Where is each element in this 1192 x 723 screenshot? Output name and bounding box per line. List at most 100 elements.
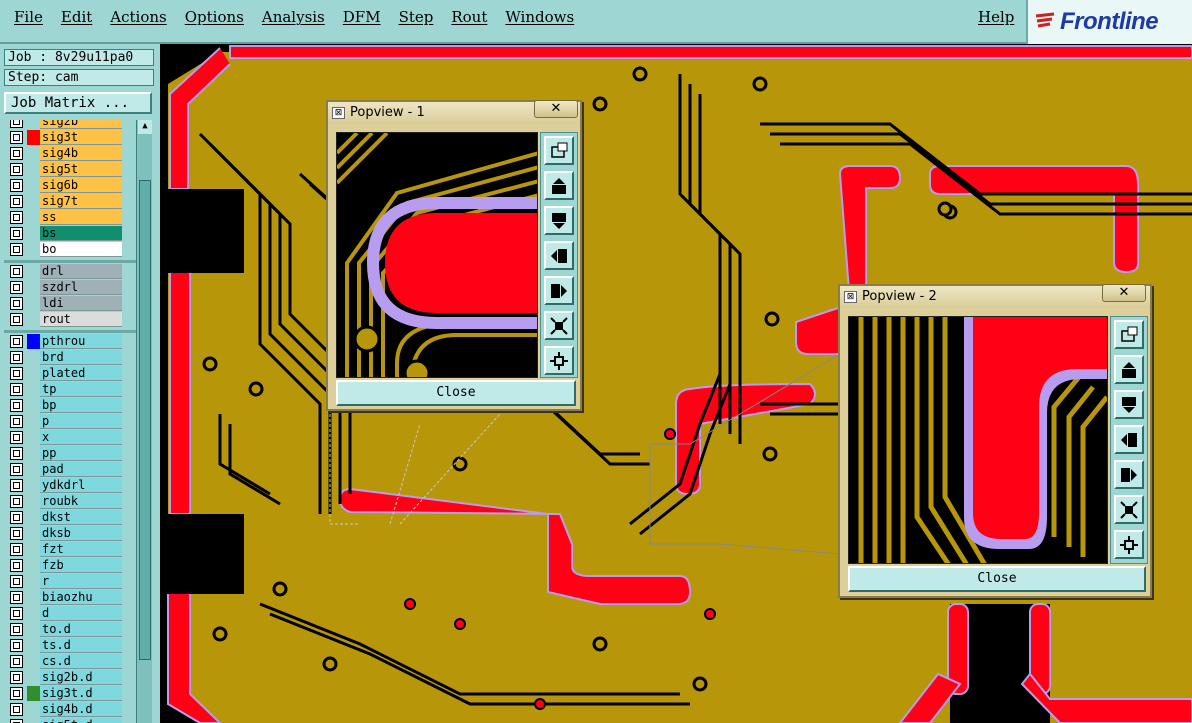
layer-row[interactable]: sig2b [4,120,136,129]
pan-down-icon[interactable] [544,206,574,235]
layer-checkbox[interactable] [10,163,23,176]
layer-row[interactable]: to.d [4,622,136,637]
layer-row[interactable]: p [4,414,136,429]
layer-name[interactable]: ldi [40,296,122,311]
layer-checkbox[interactable] [10,335,23,348]
layer-name[interactable]: pp [40,446,122,461]
layer-checkbox[interactable] [10,120,23,128]
layer-checkbox[interactable] [10,495,23,508]
layer-checkbox[interactable] [10,479,23,492]
layer-name[interactable]: d [40,606,122,621]
layer-name[interactable]: sig5t.d [40,718,122,723]
popview-1-close-icon[interactable]: ✕ [534,100,578,118]
layer-name[interactable]: fzt [40,542,122,557]
layer-name[interactable]: bs [40,226,122,241]
pan-up-icon[interactable] [1114,355,1144,384]
scroll-thumb[interactable] [139,180,151,660]
zoom-in-icon[interactable] [544,311,574,340]
layer-checkbox[interactable] [10,281,23,294]
layer-row[interactable]: ydkdrl [4,478,136,493]
popview-1-viewport[interactable] [336,132,538,378]
popview-2-close-icon[interactable]: ✕ [1102,284,1146,302]
layer-name[interactable]: sig4b [40,146,122,161]
zoom-out-icon[interactable] [544,346,574,375]
layer-row[interactable]: bo [4,242,136,257]
layer-name[interactable]: cs.d [40,654,122,669]
pan-left-icon[interactable] [1114,425,1144,454]
popview-2-close-button[interactable]: Close [848,566,1146,592]
layer-name[interactable]: sig5t [40,162,122,177]
layer-checkbox[interactable] [10,559,23,572]
layer-checkbox[interactable] [10,591,23,604]
menu-windows[interactable]: Windows [505,8,574,26]
layer-checkbox[interactable] [10,447,23,460]
layer-row[interactable]: sig5t.d [4,718,136,723]
layer-checkbox[interactable] [10,227,23,240]
layer-checkbox[interactable] [10,671,23,684]
menu-edit[interactable]: Edit [61,8,92,26]
popview-2-viewport[interactable] [848,316,1108,564]
layer-row[interactable]: tp [4,382,136,397]
layer-name[interactable]: ydkdrl [40,478,122,493]
layer-checkbox[interactable] [10,399,23,412]
layer-name[interactable]: r [40,574,122,589]
layer-row[interactable]: fzt [4,542,136,557]
layer-row[interactable]: d [4,606,136,621]
layer-row[interactable]: roubk [4,494,136,509]
popview-1-close-button[interactable]: Close [336,380,576,406]
layer-checkbox[interactable] [10,463,23,476]
layer-checkbox[interactable] [10,639,23,652]
layer-name[interactable]: sig2b.d [40,670,122,685]
layer-row[interactable]: pthrou [4,334,136,349]
layer-checkbox[interactable] [10,687,23,700]
layer-row[interactable]: x [4,430,136,445]
layer-checkbox[interactable] [10,415,23,428]
menu-rout[interactable]: Rout [451,8,487,26]
layer-name[interactable]: pad [40,462,122,477]
layer-row[interactable]: fzb [4,558,136,573]
layer-row[interactable]: drl [4,264,136,279]
layer-checkbox[interactable] [10,351,23,364]
menu-analysis[interactable]: Analysis [262,8,325,26]
layer-name[interactable]: sig3t.d [40,686,122,701]
layer-row[interactable]: sig2b.d [4,670,136,685]
layer-row[interactable]: ts.d [4,638,136,653]
layer-checkbox[interactable] [10,383,23,396]
layer-row[interactable]: bp [4,398,136,413]
layer-checkbox[interactable] [10,367,23,380]
layer-checkbox[interactable] [10,543,23,556]
layer-checkbox[interactable] [10,147,23,160]
layer-name[interactable]: rout [40,312,122,327]
layer-row[interactable]: bs [4,226,136,241]
layer-name[interactable]: pthrou [40,334,122,349]
layer-checkbox[interactable] [10,211,23,224]
layer-row[interactable]: sig6b [4,178,136,193]
layer-name[interactable]: dksb [40,526,122,541]
layer-row[interactable]: ldi [4,296,136,311]
layer-name[interactable]: biaozhu [40,590,122,605]
pan-right-icon[interactable] [1114,460,1144,489]
layer-checkbox[interactable] [10,243,23,256]
layer-checkbox[interactable] [10,719,23,723]
layer-name[interactable]: ts.d [40,638,122,653]
layer-row[interactable]: sig3t.d [4,686,136,701]
menu-file[interactable]: File [14,8,43,26]
layer-row[interactable]: pad [4,462,136,477]
layer-row[interactable]: dksb [4,526,136,541]
zoom-home-icon[interactable] [1114,320,1144,349]
layer-name[interactable]: tp [40,382,122,397]
layer-name[interactable]: sig4b.d [40,702,122,717]
layer-name[interactable]: brd [40,350,122,365]
job-matrix-button[interactable]: Job Matrix ... [4,92,152,114]
layer-checkbox[interactable] [10,575,23,588]
layer-checkbox[interactable] [10,703,23,716]
layer-checkbox[interactable] [10,431,23,444]
layer-checkbox[interactable] [10,655,23,668]
layer-row[interactable]: plated [4,366,136,381]
layer-name[interactable]: fzb [40,558,122,573]
layer-name[interactable]: bo [40,242,122,257]
layer-checkbox[interactable] [10,131,23,144]
layer-row[interactable]: brd [4,350,136,365]
layer-name[interactable]: bp [40,398,122,413]
layer-checkbox[interactable] [10,527,23,540]
